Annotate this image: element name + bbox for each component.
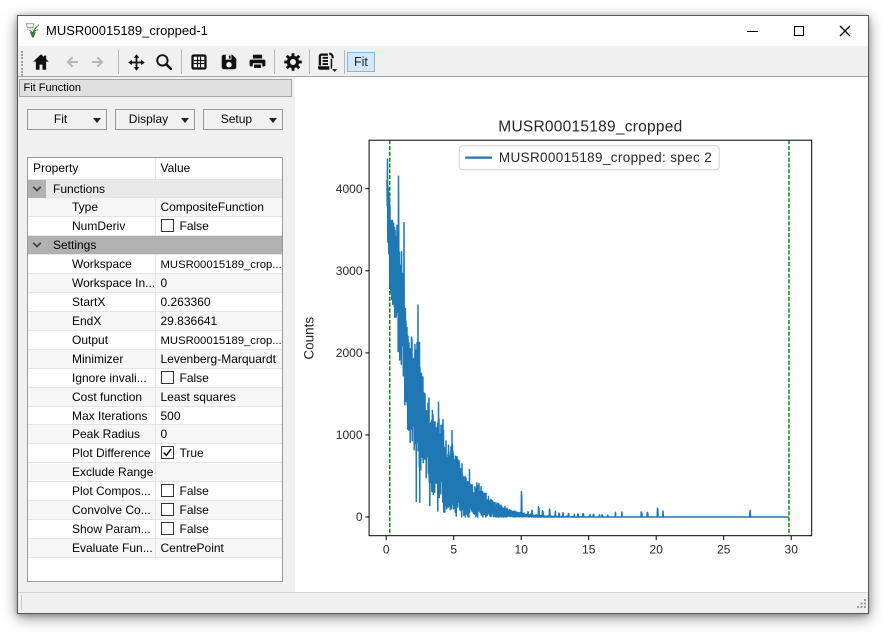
svg-text:15: 15 bbox=[582, 543, 596, 557]
svg-text:30: 30 bbox=[785, 543, 799, 557]
svg-text:10: 10 bbox=[515, 543, 529, 557]
svg-text:25: 25 bbox=[717, 543, 731, 557]
svg-text:MUSR00015189_cropped: MUSR00015189_cropped bbox=[498, 119, 682, 136]
svg-text:0: 0 bbox=[383, 543, 390, 557]
svg-text:3000: 3000 bbox=[336, 264, 363, 278]
svg-text:Counts: Counts bbox=[302, 317, 317, 360]
svg-text:0: 0 bbox=[356, 510, 363, 524]
svg-text:MUSR00015189_cropped: spec 2: MUSR00015189_cropped: spec 2 bbox=[499, 150, 712, 165]
svg-text:4000: 4000 bbox=[336, 182, 363, 196]
svg-text:1000: 1000 bbox=[336, 428, 363, 442]
svg-text:2000: 2000 bbox=[336, 346, 363, 360]
svg-text:20: 20 bbox=[650, 543, 664, 557]
svg-text:5: 5 bbox=[450, 543, 457, 557]
